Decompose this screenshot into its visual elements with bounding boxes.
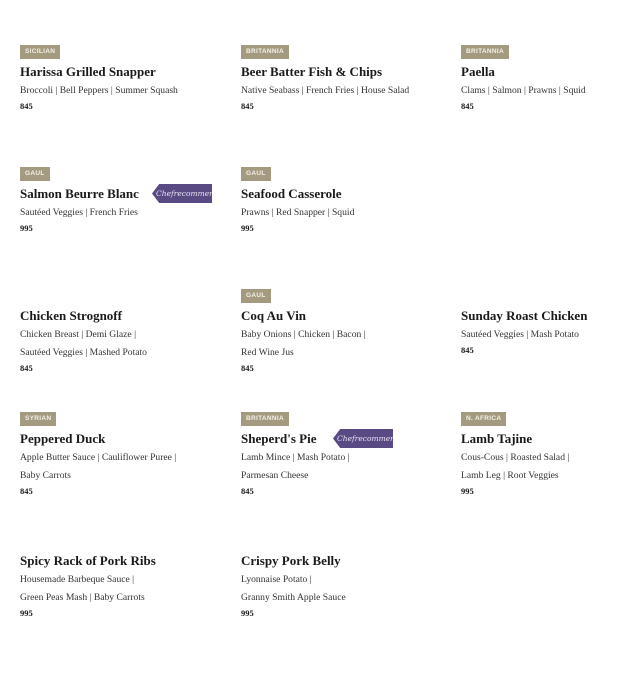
dish-price: 995 — [241, 223, 254, 233]
dish-description: Lamb Mince | Mash Potato | Parmesan Chees… — [241, 449, 441, 484]
dish-description-line: Cous-Cous | Roasted Salad | — [461, 452, 570, 463]
dish-description-line: Chicken Breast | Demi Glaze | — [20, 329, 136, 340]
dish-price: 845 — [461, 345, 474, 355]
dish-description: Prawns | Red Snapper | Squid — [241, 204, 441, 222]
dish-name: Beer Batter Fish & Chips — [241, 64, 383, 79]
chef-recommends-badge: Chefrecommends — [333, 429, 393, 448]
menu-item: Spicy Rack of Pork Ribs Housemade Barbequ… — [20, 534, 220, 624]
dish-name: Peppered Duck — [20, 431, 106, 446]
menu-item: Britannia Beer Batter Fish & Chips Native … — [241, 45, 441, 135]
dish-description-line: Clams | Salmon | Prawns | Squid — [461, 85, 586, 96]
dish-description-line: Housemade Barbeque Sauce | — [20, 574, 135, 585]
dish-price: 995 — [20, 223, 33, 233]
menu-item: Gaul Salmon Beurre Blanc Sautéed Veggies |… — [20, 167, 220, 257]
dish-description-line: Lyonnaise Potato | — [241, 574, 312, 585]
dish-description-line: Parmesan Cheese — [241, 469, 309, 481]
dish-description: Housemade Barbeque Sauce | Green Peas Mas… — [20, 571, 220, 606]
dish-description-line: Lamb Leg | Root Veggies — [461, 469, 559, 481]
dish-description-line: Sautéed Veggies | Mashed Potato — [20, 346, 147, 358]
dish-name: Spicy Rack of Pork Ribs — [20, 553, 156, 568]
dish-description: Sautéed Veggies | French Fries — [20, 204, 220, 222]
chef-recommends-badge: Chefrecommends — [152, 184, 212, 203]
dish-description: Baby Onions | Chicken | Bacon | Red Wine … — [241, 326, 441, 361]
dish-price: 845 — [241, 101, 254, 111]
dish-description-line: Lamb Mince | Mash Potato | — [241, 452, 350, 463]
dish-description: Apple Butter Sauce | Cauliflower Puree |… — [20, 449, 220, 484]
dish-description-line: Granny Smith Apple Sauce — [241, 591, 346, 603]
dish-name: Harissa Grilled Snapper — [20, 64, 156, 79]
cuisine-tag: Gaul — [241, 289, 271, 303]
dish-name: Salmon Beurre Blanc — [20, 186, 139, 201]
menu-item: Britannia Sheperd's Pie Lamb Mince | Mash … — [241, 412, 441, 502]
dish-description-line: Apple Butter Sauce | Cauliflower Puree | — [20, 452, 177, 463]
dish-price: 845 — [241, 363, 254, 373]
dish-description-line: Broccoli | Bell Peppers | Summer Squash — [20, 85, 178, 96]
dish-price: 995 — [461, 486, 474, 496]
menu-item: Syrian Peppered Duck Apple Butter Sauce | … — [20, 412, 220, 502]
dish-description-line: Baby Carrots — [20, 469, 71, 481]
menu-item: Crispy Pork Belly Lyonnaise Potato | Grann… — [241, 534, 441, 624]
menu-item: N. Africa Lamb Tajine Cous-Cous | Roasted … — [461, 412, 626, 502]
dish-name: Paella — [461, 64, 495, 79]
cuisine-tag: Britannia — [241, 412, 289, 426]
dish-name: Sheperd's Pie — [241, 431, 317, 446]
dish-name: Chicken Strognoff — [20, 308, 122, 323]
dish-price: 995 — [241, 608, 254, 618]
cuisine-tag: Britannia — [461, 45, 509, 59]
dish-price: 995 — [20, 608, 33, 618]
dish-price: 845 — [20, 101, 33, 111]
dish-price: 845 — [461, 101, 474, 111]
dish-description-line: Sautéed Veggies | French Fries — [20, 207, 138, 218]
dish-description: Native Seabass | French Fries | House Sa… — [241, 82, 441, 100]
dish-price: 845 — [20, 486, 33, 496]
dish-description: Cous-Cous | Roasted Salad | Lamb Leg | Ro… — [461, 449, 626, 484]
dish-description: Chicken Breast | Demi Glaze | Sautéed Veg… — [20, 326, 220, 361]
dish-name: Sunday Roast Chicken — [461, 308, 588, 323]
menu-item: Chicken Strognoff Chicken Breast | Demi G… — [20, 289, 220, 379]
dish-description-line: Native Seabass | French Fries | House Sa… — [241, 85, 410, 96]
dish-description-line: Red Wine Jus — [241, 346, 294, 358]
dish-description: Lyonnaise Potato | Granny Smith Apple Sau… — [241, 571, 441, 606]
dish-price: 845 — [20, 363, 33, 373]
dish-description-line: Green Peas Mash | Baby Carrots — [20, 591, 145, 603]
dish-price: 845 — [241, 486, 254, 496]
cuisine-tag: Gaul — [20, 167, 50, 181]
dish-description: Clams | Salmon | Prawns | Squid — [461, 82, 626, 100]
dish-name: Lamb Tajine — [461, 431, 533, 446]
dish-name: Crispy Pork Belly — [241, 553, 341, 568]
cuisine-tag: Syrian — [20, 412, 57, 426]
menu-item: Gaul Coq Au Vin Baby Onions | Chicken | Ba… — [241, 289, 441, 379]
cuisine-tag: Britannia — [241, 45, 289, 59]
dish-description-line: Prawns | Red Snapper | Squid — [241, 207, 355, 218]
dish-description: Sautéed Veggies | Mash Potato — [461, 326, 626, 344]
dish-description: Broccoli | Bell Peppers | Summer Squash — [20, 82, 220, 100]
menu-item: Gaul Seafood Casserole Prawns | Red Snappe… — [241, 167, 441, 257]
menu-item: Sunday Roast Chicken Sautéed Veggies | Ma… — [461, 289, 626, 379]
menu-item: Britannia Paella Clams | Salmon | Prawns |… — [461, 45, 626, 135]
cuisine-tag: Sicilian — [20, 45, 61, 59]
menu-item: Sicilian Harissa Grilled Snapper Broccoli … — [20, 45, 220, 135]
dish-description-line: Sautéed Veggies | Mash Potato — [461, 329, 579, 340]
dish-name: Coq Au Vin — [241, 308, 307, 323]
dish-description-line: Baby Onions | Chicken | Bacon | — [241, 329, 366, 340]
cuisine-tag: N. Africa — [461, 412, 507, 426]
dish-name: Seafood Casserole — [241, 186, 342, 201]
cuisine-tag: Gaul — [241, 167, 271, 181]
